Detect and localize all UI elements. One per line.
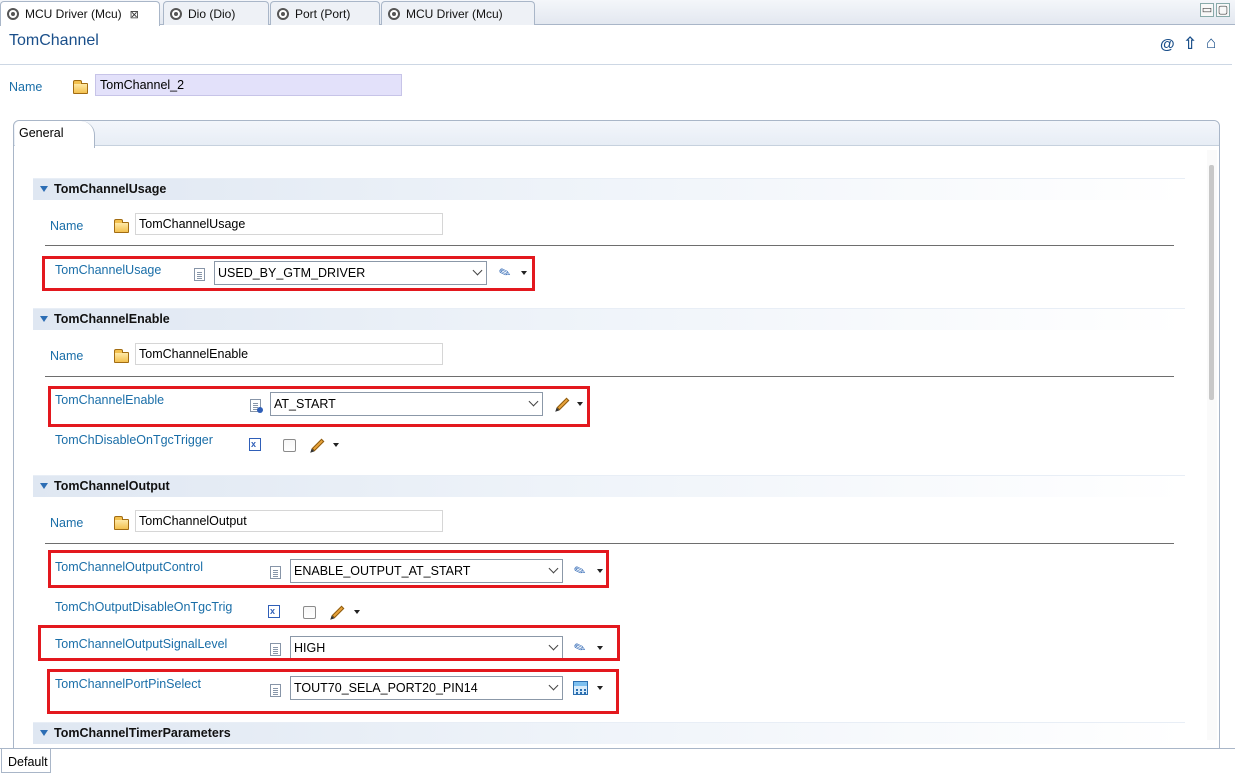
tom-ch-disable-on-tgc-trigger-checkbox[interactable] [283,439,296,452]
at-icon[interactable]: @ [1160,36,1175,53]
page-title: TomChannel [9,32,99,49]
output-name-field[interactable]: TomChannelOutput [135,510,443,532]
up-arrow-icon[interactable]: ⇧ [1183,34,1197,54]
section-title: TomChannelUsage [54,182,167,196]
tom-ch-disable-on-tgc-trigger-label: TomChDisableOnTgcTrigger [55,433,213,447]
highlight-box [48,550,609,588]
maximize-button[interactable]: ▢ [1216,3,1230,17]
section-divider [45,376,1174,377]
module-icon [170,7,182,20]
boolean-document-icon: x [249,438,261,451]
module-icon [277,7,289,20]
dropdown-arrow-icon[interactable] [333,443,339,447]
boolean-document-icon: x [268,605,280,618]
highlight-box [42,256,535,291]
scrollbar-thumb[interactable] [1209,165,1214,400]
editor-tab-label: MCU Driver (Mcu) [406,6,503,21]
highlight-box [48,386,590,427]
editor-tab-mcu-driver-2[interactable]: MCU Driver (Mcu) [381,1,535,25]
highlight-box [47,669,619,714]
editor-tab-label: MCU Driver (Mcu) [25,7,122,21]
module-icon [7,8,19,20]
editor-tab-dio[interactable]: Dio (Dio) [163,1,269,25]
minimize-button[interactable]: ▭ [1200,3,1214,17]
tom-ch-output-disable-on-tgc-trig-checkbox[interactable] [303,606,316,619]
section-header-timer-parameters[interactable]: TomChannelTimerParameters [33,722,1185,744]
name-label: Name [50,219,84,233]
folder-icon [114,219,129,233]
tab-general[interactable]: General [15,121,95,148]
name-label: Name [50,349,84,363]
section-title: TomChannelEnable [54,312,170,326]
bottom-tab-strip [0,748,1235,777]
section-header-enable[interactable]: TomChannelEnable [33,308,1185,330]
section-divider [45,245,1174,246]
folder-icon [114,349,129,363]
collapse-triangle-icon[interactable] [40,730,48,736]
collapse-triangle-icon[interactable] [40,483,48,489]
editor-tab-label: Port (Port) [295,6,351,21]
section-title: TomChannelOutput [54,479,170,493]
dropdown-arrow-icon[interactable] [354,610,360,614]
section-divider [45,543,1174,544]
home-icon[interactable]: ⌂ [1206,33,1216,53]
collapse-triangle-icon[interactable] [40,316,48,322]
usage-name-field[interactable]: TomChannelUsage [135,213,443,235]
editor-tab-label: Dio (Dio) [188,6,236,21]
header-divider [0,64,1232,65]
name-field[interactable]: TomChannel_2 [95,74,402,96]
section-header-output[interactable]: TomChannelOutput [33,475,1185,497]
section-header-usage[interactable]: TomChannelUsage [33,178,1185,200]
name-label: Name [50,516,84,530]
collapse-triangle-icon[interactable] [40,186,48,192]
editor-tab-port[interactable]: Port (Port) [270,1,380,25]
general-tab-header [14,121,1219,146]
editor-tab-mcu-driver[interactable]: MCU Driver (Mcu) ⊠ [0,1,160,26]
enable-name-field[interactable]: TomChannelEnable [135,343,443,365]
name-label: Name [9,80,43,94]
highlight-box [38,625,620,661]
close-tab-icon[interactable]: ⊠ [130,8,139,21]
section-title: TomChannelTimerParameters [54,726,231,740]
tom-ch-output-disable-on-tgc-trig-label: TomChOutputDisableOnTgcTrig [55,600,233,614]
folder-icon [73,80,88,94]
module-icon [388,7,400,20]
folder-icon [114,516,129,530]
tab-default[interactable]: Default [1,749,51,773]
